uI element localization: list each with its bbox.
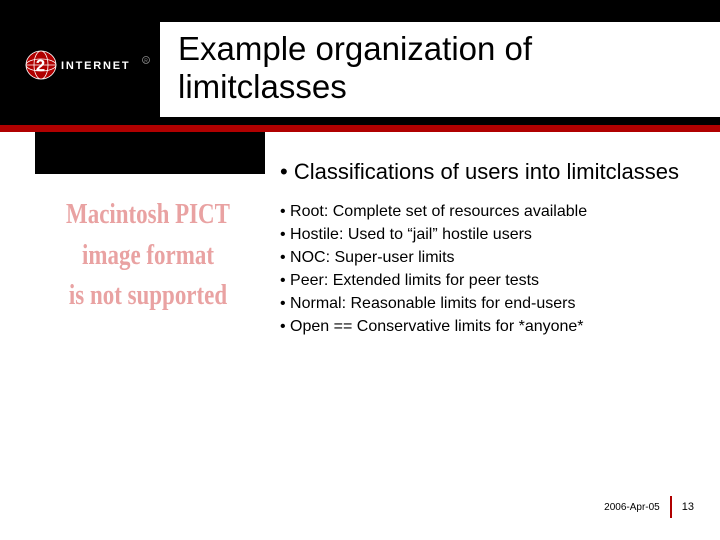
title-line1: Example organization of bbox=[178, 30, 532, 67]
bullet-text: Peer: Extended limits for peer tests bbox=[290, 272, 539, 289]
bullet-text: NOC: Super-user limits bbox=[290, 249, 454, 266]
pict-placeholder: Macintosh PICT image format is not suppo… bbox=[58, 195, 238, 317]
footer-date: 2006-Apr-05 bbox=[604, 502, 660, 513]
divider-black bbox=[35, 132, 265, 174]
pict-line2: image format bbox=[82, 240, 214, 271]
bullet-text: Hostile: Used to “jail” hostile users bbox=[290, 226, 532, 243]
content-heading-text: Classifications of users into limitclass… bbox=[294, 159, 679, 184]
bullet-item: • Root: Complete set of resources availa… bbox=[280, 200, 700, 223]
divider-red bbox=[0, 125, 720, 132]
bullet-text: Open == Conservative limits for *anyone* bbox=[290, 318, 583, 335]
page-number: 13 bbox=[682, 501, 694, 513]
bullet-item: • NOC: Super-user limits bbox=[280, 246, 700, 269]
bullet-item: • Hostile: Used to “jail” hostile users bbox=[280, 223, 700, 246]
content-heading: • Classifications of users into limitcla… bbox=[280, 158, 700, 186]
bullet-text: Root: Complete set of resources availabl… bbox=[290, 203, 587, 220]
footer-divider bbox=[670, 496, 672, 518]
title-line2: limitclasses bbox=[178, 68, 347, 105]
svg-text:R: R bbox=[144, 58, 148, 64]
title-bg-top bbox=[160, 0, 720, 22]
bullet-item: • Open == Conservative limits for *anyon… bbox=[280, 315, 700, 338]
pict-line3: is not supported bbox=[69, 280, 227, 311]
content-area: • Classifications of users into limitcla… bbox=[280, 158, 700, 339]
logo-digit: 2 bbox=[36, 56, 45, 75]
internet2-logo: 2 INTERNET R bbox=[25, 50, 153, 80]
bullet-text: Normal: Reasonable limits for end-users bbox=[290, 295, 575, 312]
bullet-item: • Normal: Reasonable limits for end-user… bbox=[280, 292, 700, 315]
pict-line1: Macintosh PICT bbox=[66, 199, 230, 230]
logo-text: INTERNET bbox=[61, 60, 130, 72]
footer: 2006-Apr-05 13 bbox=[604, 496, 694, 518]
slide: 2 INTERNET R Example organization of lim… bbox=[0, 0, 720, 540]
slide-title: Example organization of limitclasses bbox=[178, 30, 698, 106]
bullet-item: • Peer: Extended limits for peer tests bbox=[280, 269, 700, 292]
